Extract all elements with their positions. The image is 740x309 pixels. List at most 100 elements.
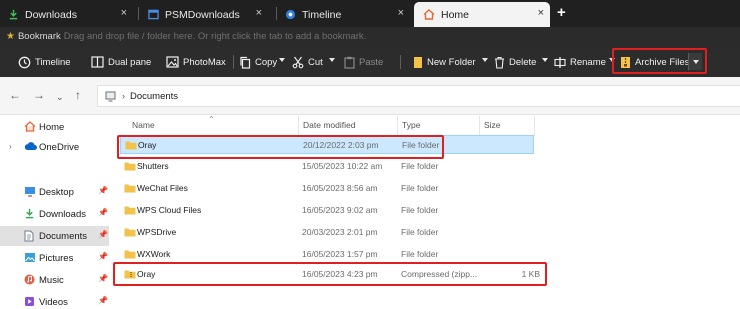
tab-divider [138,7,139,20]
oray-archive-highlight [113,262,547,286]
pin-icon[interactable]: 📌 [98,208,108,217]
folder-icon [124,184,136,193]
paste-button[interactable]: Paste [344,54,383,70]
file-row[interactable]: WPS Cloud Files 16/05/2023 9:02 am File … [120,201,534,220]
sidebar-item-videos[interactable]: Videos 📌 [0,292,109,309]
file-type: File folder [401,249,439,259]
delete-button[interactable]: Delete [494,54,536,70]
photomax-label: PhotoMax [183,56,226,68]
column-divider[interactable] [534,116,535,136]
folder-icon [124,206,136,215]
tab-timeline[interactable]: Timeline × [285,2,410,27]
cut-label: Cut [308,56,323,68]
file-name: WPS Cloud Files [137,205,202,215]
copy-dropdown-icon[interactable] [279,58,285,62]
sort-ascending-icon: ⌃ [208,115,215,124]
sidebar-item-documents[interactable]: Documents 📌 [0,226,109,246]
sidebar-item-music[interactable]: Music 📌 [0,270,109,290]
pin-icon[interactable]: 📌 [98,186,108,195]
sidebar-item-label: Documents [39,231,88,242]
toolbar-divider [233,55,234,69]
photo-icon [166,56,179,68]
home-icon [24,121,36,132]
tab-close-icon[interactable]: × [538,8,544,19]
column-header-size[interactable]: Size [484,120,501,130]
timeline-icon [18,56,31,68]
folder-icon [124,250,136,259]
sidebar-item-home[interactable]: Home [0,117,109,137]
timeline-label: Timeline [35,56,71,68]
pin-icon[interactable]: 📌 [98,252,108,261]
pin-icon[interactable]: 📌 [98,230,108,239]
sidebar-item-label: Videos [39,297,68,308]
sidebar-item-label: Pictures [39,253,74,264]
new-tab-button[interactable]: + [557,5,566,20]
file-row[interactable]: WPSDrive 20/03/2023 2:01 pm File folder [120,223,534,242]
file-type: File folder [401,227,439,237]
sidebar-item-onedrive[interactable]: OneDrive [0,137,109,157]
file-date-modified: 16/05/2023 9:02 am [302,205,378,215]
up-arrow-icon[interactable]: ↑ [75,89,81,101]
toolbar-divider [400,55,401,69]
sidebar-item-label: Music [39,275,64,286]
cut-dropdown-icon[interactable] [329,58,335,62]
sidebar-item-pictures[interactable]: Pictures 📌 [0,248,109,268]
rename-label: Rename [570,56,606,68]
file-date-modified: 16/05/2023 8:56 am [302,183,378,193]
tab-downloads[interactable]: Downloads × [8,2,133,27]
download-icon [9,9,18,20]
tab-close-icon[interactable]: × [256,8,262,19]
sidebar-item-label: Home [39,122,65,133]
pin-icon[interactable]: 📌 [98,296,108,305]
desktop-icon [25,187,35,197]
column-header-date-modified[interactable]: Date modified [303,120,355,130]
cut-button[interactable]: Cut [292,54,323,70]
recent-chevron-icon[interactable]: ⌄ [56,91,64,103]
column-divider[interactable] [479,116,480,136]
folder-icon [124,228,136,237]
tab-home[interactable]: Home × [414,2,550,27]
star-icon: ★ [6,31,15,42]
bookmark-label: Bookmark [17,31,61,42]
dual-pane-button[interactable]: Dual pane [91,54,151,70]
folder-icon [124,162,136,171]
tab-psmdownloads[interactable]: PSMDownloads × [148,2,268,27]
photomax-button[interactable]: PhotoMax [166,54,226,70]
sidebar-item-label: Downloads [39,209,86,220]
new-folder-button[interactable]: New Folder [413,54,476,70]
new-folder-icon [414,56,422,68]
copy-button[interactable]: Copy [239,54,277,70]
tab-close-icon[interactable]: × [398,8,404,19]
tab-close-icon[interactable]: × [121,8,127,19]
address-bar[interactable]: › Documents [97,85,740,107]
file-date-modified: 15/05/2023 10:22 am [302,161,383,171]
breadcrumb-documents[interactable]: Documents [130,91,178,102]
file-name: Shutters [137,161,169,171]
cloud-icon [24,142,37,150]
rename-button[interactable]: Rename [554,54,606,70]
back-arrow-icon[interactable]: ← [9,89,21,101]
column-divider[interactable] [397,116,398,136]
pictures-icon [25,253,35,262]
this-pc-icon [105,90,116,102]
copy-icon [240,56,251,69]
column-header-type[interactable]: Type [402,120,420,130]
sidebar-item-desktop[interactable]: Desktop 📌 [0,182,109,202]
delete-dropdown-icon[interactable] [542,58,548,62]
file-row[interactable]: WeChat Files 16/05/2023 8:56 am File fol… [120,179,534,198]
column-divider[interactable] [298,116,299,136]
tab-divider [276,7,277,20]
new-folder-dropdown-icon[interactable] [482,58,488,62]
column-header-name[interactable]: Name [132,120,155,130]
file-type: File folder [401,183,439,193]
paste-label: Paste [359,56,384,68]
breadcrumb-separator[interactable]: › [122,91,125,101]
timeline-button[interactable]: Timeline [18,54,71,70]
app-window-icon [148,9,159,20]
sidebar-item-label: Desktop [39,187,74,198]
forward-arrow-icon[interactable]: → [33,89,45,101]
file-name: WeChat Files [137,183,188,193]
pin-icon[interactable]: 📌 [98,274,108,283]
file-row[interactable]: Shutters 15/05/2023 10:22 am File folder [120,157,534,176]
sidebar-item-downloads[interactable]: Downloads 📌 [0,204,109,224]
